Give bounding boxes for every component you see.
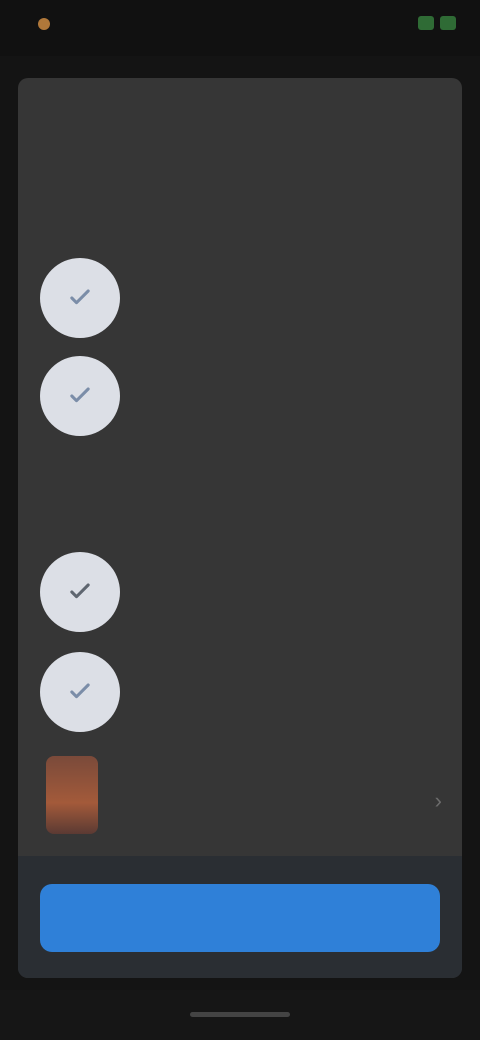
list-item[interactable] xyxy=(40,552,440,642)
list-item[interactable] xyxy=(40,652,440,742)
list-item[interactable] xyxy=(40,258,440,348)
signal-icon xyxy=(418,16,434,30)
app-icon xyxy=(46,756,98,834)
battery-icon xyxy=(440,16,456,30)
status-left xyxy=(38,18,58,30)
check-icon xyxy=(40,356,120,436)
list-item[interactable] xyxy=(40,356,440,446)
check-icon-svg xyxy=(70,583,90,599)
chevron-right-icon: › xyxy=(434,788,442,813)
status-right xyxy=(418,16,456,30)
navigation-bar xyxy=(0,990,480,1040)
check-icon-svg xyxy=(70,387,90,403)
permission-sheet xyxy=(18,78,462,978)
screen: › xyxy=(0,0,480,1040)
notification-icon xyxy=(38,18,50,30)
list-item[interactable]: › xyxy=(40,752,442,842)
check-icon-svg xyxy=(70,289,90,305)
check-icon xyxy=(40,552,120,632)
check-icon xyxy=(40,652,120,732)
primary-action-button[interactable] xyxy=(40,884,440,952)
status-bar xyxy=(0,0,480,56)
check-icon-svg xyxy=(70,683,90,699)
check-icon xyxy=(40,258,120,338)
home-handle[interactable] xyxy=(190,1012,290,1017)
